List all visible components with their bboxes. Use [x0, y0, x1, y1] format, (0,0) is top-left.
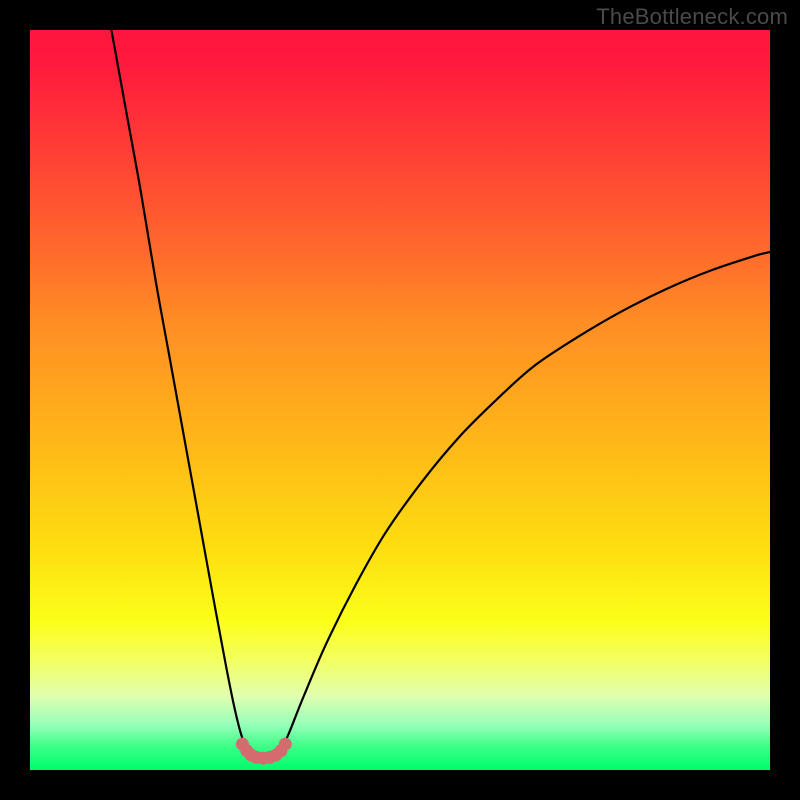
- dip-marker-group: [236, 738, 292, 765]
- chart-plot-area: [30, 30, 770, 770]
- chart-svg: [30, 30, 770, 770]
- watermark-text: TheBottleneck.com: [596, 4, 788, 30]
- curve-right-branch: [280, 252, 770, 752]
- curve-left-branch: [111, 30, 247, 752]
- dip-marker-dot: [279, 738, 292, 751]
